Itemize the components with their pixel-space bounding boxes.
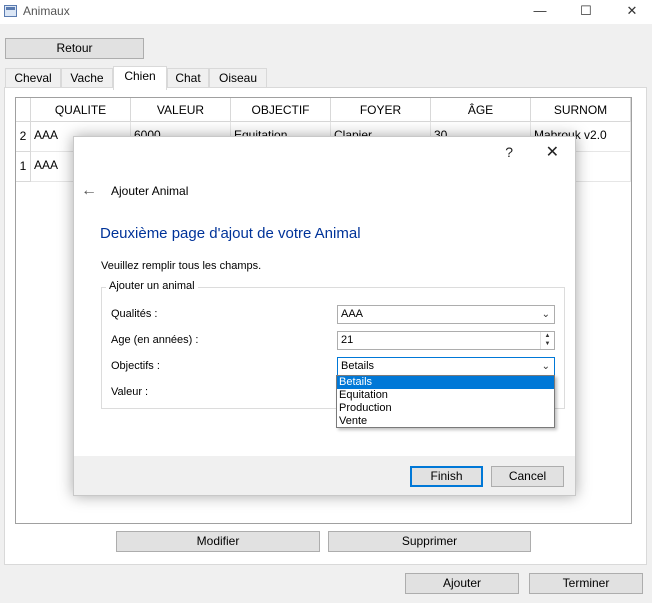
tab-chat[interactable]: Chat (167, 68, 209, 88)
window-title: Animaux (23, 4, 70, 18)
qualites-label: Qualités : (111, 308, 158, 320)
tab-vache[interactable]: Vache (61, 68, 113, 88)
chevron-down-icon: ⌄ (541, 361, 550, 372)
objectifs-combobox[interactable]: Betails ⌄ (337, 357, 555, 376)
close-dialog-button[interactable]: ✕ (546, 142, 559, 162)
modify-button[interactable]: Modifier (116, 531, 320, 552)
spin-arrows-icon[interactable]: ▲ ▼ (540, 332, 554, 349)
objectifs-label: Objectifs : (111, 360, 160, 372)
column-header-age[interactable]: ÂGE (431, 98, 531, 122)
objectifs-value: Betails (341, 360, 375, 372)
option-equitation[interactable]: Equitation (337, 389, 554, 402)
chevron-down-icon: ⌄ (541, 309, 550, 320)
row-header[interactable]: 1 (16, 152, 31, 182)
age-value: 21 (341, 334, 354, 346)
qualites-value: AAA (341, 308, 364, 320)
help-button[interactable]: ? (505, 144, 513, 160)
app-icon (4, 5, 17, 17)
column-header-valeur[interactable]: VALEUR (131, 98, 231, 122)
table-corner (16, 98, 31, 122)
add-animal-dialog: ? ✕ ← Ajouter Animal Deuxième page d'ajo… (73, 136, 576, 496)
age-spinbox[interactable]: 21 ▲ ▼ (337, 331, 555, 350)
column-header-foyer[interactable]: FOYER (331, 98, 431, 122)
option-betails[interactable]: Betails (337, 376, 554, 389)
delete-button[interactable]: Supprimer (328, 531, 531, 552)
add-button[interactable]: Ajouter (405, 573, 519, 594)
cancel-button[interactable]: Cancel (491, 466, 564, 487)
finish-main-button[interactable]: Terminer (529, 573, 643, 594)
close-window-button[interactable]: ✕ (609, 0, 652, 24)
tab-chien[interactable]: Chien (113, 66, 167, 90)
option-production[interactable]: Production (337, 402, 554, 415)
page-subtitle: Veuillez remplir tous les champs. (101, 260, 262, 272)
row-header[interactable]: 2 (16, 122, 31, 152)
option-vente[interactable]: Vente (337, 415, 554, 428)
qualites-combobox[interactable]: AAA ⌄ (337, 305, 555, 324)
column-header-qualite[interactable]: QUALITE (31, 98, 131, 122)
valeur-label: Valeur : (111, 386, 149, 398)
minimize-button[interactable]: — (517, 0, 563, 24)
wizard-title: Ajouter Animal (111, 184, 189, 198)
maximize-button[interactable]: ☐ (563, 0, 609, 24)
page-heading: Deuxième page d'ajout de votre Animal (100, 225, 361, 242)
title-bar: Animaux — ☐ ✕ (0, 0, 652, 24)
tab-cheval[interactable]: Cheval (5, 68, 61, 88)
age-label: Age (en années) : (111, 334, 199, 346)
groupbox-title: Ajouter un animal (106, 280, 198, 292)
objectifs-dropdown-list: Betails Equitation Production Vente (336, 375, 555, 428)
finish-button[interactable]: Finish (410, 466, 483, 487)
back-button[interactable]: Retour (5, 38, 144, 59)
column-header-surnom[interactable]: SURNOM (531, 98, 631, 122)
back-arrow-icon[interactable]: ← (81, 182, 97, 200)
dialog-footer: Finish Cancel (74, 456, 575, 495)
tab-oiseau[interactable]: Oiseau (209, 68, 267, 88)
column-header-objectif[interactable]: OBJECTIF (231, 98, 331, 122)
